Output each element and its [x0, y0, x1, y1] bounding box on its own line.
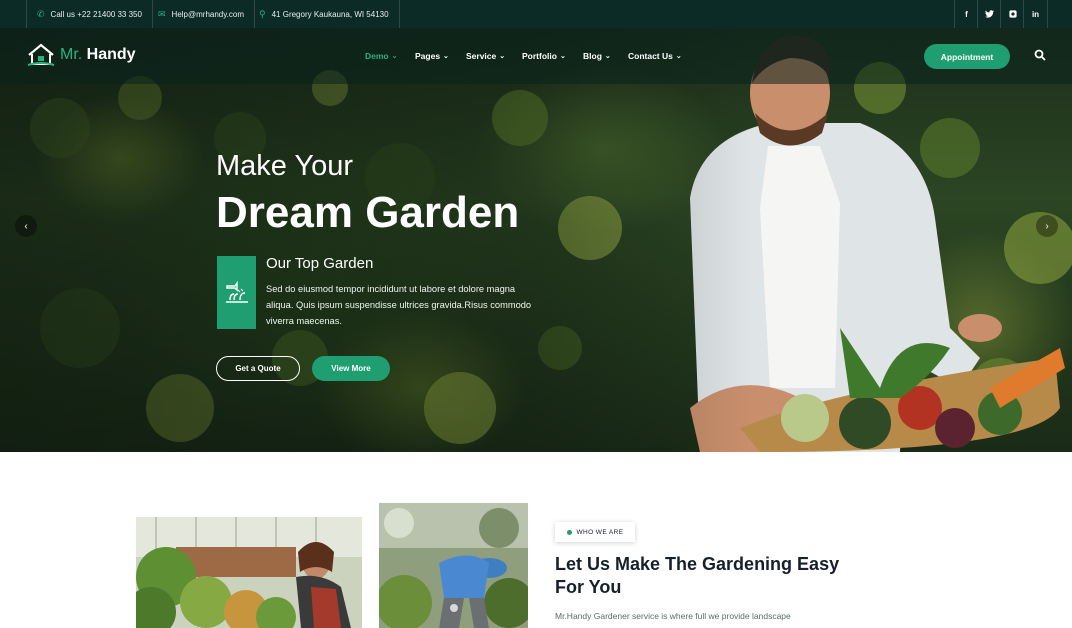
view-more-button[interactable]: View More — [312, 356, 390, 381]
facebook-icon[interactable]: f — [954, 0, 978, 28]
contact-address: ⚲ 41 Gregory Kaukauna, WI 54130 — [249, 0, 400, 28]
tag-text: WHO WE ARE — [576, 528, 624, 536]
brand-name: Mr. Handy — [60, 46, 136, 63]
nav-contact-us[interactable]: Contact Us ⌄ — [628, 28, 682, 84]
feature-description: Sed do eiusmod tempor incididunt ut labo… — [266, 284, 532, 326]
nav-pages[interactable]: Pages ⌄ — [415, 28, 449, 84]
garden-feature-badge — [217, 256, 256, 329]
appointment-button[interactable]: Appointment — [924, 44, 1010, 69]
nav-service[interactable]: Service ⌄ — [466, 28, 505, 84]
linkedin-icon[interactable]: in — [1023, 0, 1048, 28]
main-navbar: Mr. Handy Demo ⌄ Pages ⌄ Service ⌄ Portfoli… — [0, 28, 1072, 84]
twitter-icon[interactable] — [977, 0, 1001, 28]
feature-title: Our Top Garden — [266, 255, 374, 272]
instagram-icon[interactable] — [1000, 0, 1024, 28]
chevron-down-icon: ⌄ — [391, 53, 398, 60]
nav-portfolio[interactable]: Portfolio ⌄ — [522, 28, 566, 84]
chevron-down-icon: ⌄ — [675, 53, 682, 60]
chevron-down-icon: ⌄ — [559, 53, 566, 60]
nav-blog[interactable]: Blog ⌄ — [583, 28, 611, 84]
tag-dot-icon — [566, 529, 572, 535]
about-description: Mr.Handy Gardener service is where full … — [555, 611, 791, 621]
chevron-down-icon: ⌄ — [604, 53, 611, 60]
mail-icon: ✉ — [158, 8, 166, 19]
gardening-photo-man — [379, 503, 528, 628]
section-tag: WHO WE ARE — [555, 522, 635, 542]
nav-demo[interactable]: Demo ⌄ — [365, 28, 398, 84]
chevron-down-icon: ⌄ — [443, 53, 449, 60]
watering-plants-icon — [225, 280, 248, 303]
address-text: 41 Gregory Kaukauna, WI 54130 — [271, 9, 389, 19]
hero-overlay — [0, 28, 1072, 452]
chevron-down-icon: ⌄ — [499, 53, 506, 60]
hero-banner: Mr. Handy Demo ⌄ Pages ⌄ Service ⌄ Portfoli… — [0, 28, 1072, 452]
brand-logo[interactable]: Mr. Handy — [26, 43, 136, 67]
phone-icon: ✆ — [37, 8, 45, 19]
contact-phone[interactable]: ✆ Call us +22 21400 33 350 — [26, 0, 153, 28]
email-text: Help@mrhandy.com — [171, 9, 244, 19]
top-bar: ✆ Call us +22 21400 33 350 ✉ Help@mrhand… — [0, 0, 1072, 28]
gardening-photo-woman — [136, 517, 362, 628]
house-logo-icon — [27, 43, 55, 66]
phone-text: Call us +22 21400 33 350 — [50, 9, 142, 19]
about-heading: Let Us Make The Gardening Easy For You — [555, 554, 840, 597]
get-quote-button[interactable]: Get a Quote — [216, 356, 300, 381]
location-pin-icon: ⚲ — [259, 8, 266, 19]
hero-heading-line2: Dream Garden — [216, 188, 520, 237]
search-icon[interactable] — [1034, 48, 1046, 66]
contact-email[interactable]: ✉ Help@mrhandy.com — [148, 0, 255, 28]
hero-heading-line1: Make Your — [216, 150, 354, 182]
slider-next-arrow-icon[interactable]: › — [1036, 215, 1058, 237]
slider-prev-arrow-icon[interactable]: ‹ — [15, 215, 37, 237]
